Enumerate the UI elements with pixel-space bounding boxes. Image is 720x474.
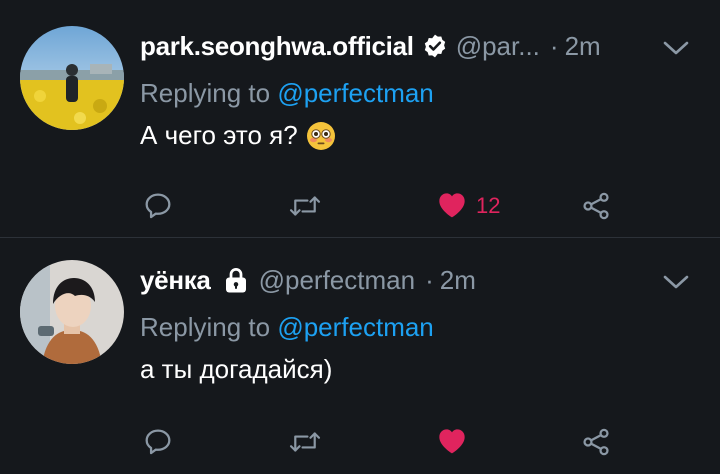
- like-button[interactable]: 12: [436, 184, 500, 228]
- replying-prefix: Replying to: [140, 312, 271, 342]
- verified-badge-icon: [422, 33, 448, 59]
- retweet-icon[interactable]: [288, 184, 322, 228]
- timestamp[interactable]: 2m: [440, 265, 476, 296]
- tweet[interactable]: уёнка @perfectman · 2m Replying to @perf…: [0, 238, 720, 474]
- author-name[interactable]: park.seonghwa.official: [140, 31, 414, 62]
- avatar[interactable]: [20, 260, 124, 364]
- tweet-text-content: а ты догадайся): [140, 354, 333, 384]
- timestamp[interactable]: 2m: [565, 31, 601, 62]
- tweet-header: уёнка @perfectman · 2m: [140, 260, 690, 300]
- share-icon[interactable]: [580, 184, 612, 228]
- author-name[interactable]: уёнка: [140, 265, 211, 296]
- tweet-text-content: А чего это я?: [140, 120, 298, 150]
- replying-to: Replying to @perfectman: [140, 78, 434, 109]
- replying-to: Replying to @perfectman: [140, 312, 434, 343]
- reply-icon[interactable]: [142, 420, 174, 464]
- tweet[interactable]: park.seonghwa.official @par... · 2m Repl…: [0, 0, 720, 238]
- separator-dot: ·: [425, 264, 434, 295]
- tweet-actions: 12: [0, 184, 720, 228]
- like-icon: [436, 425, 468, 460]
- avatar[interactable]: [20, 26, 124, 130]
- tweet-text: а ты догадайся): [140, 354, 332, 385]
- separator-dot: ·: [549, 30, 559, 61]
- replying-prefix: Replying to: [140, 78, 271, 108]
- retweet-icon[interactable]: [288, 420, 322, 464]
- like-count: 12: [476, 193, 501, 218]
- share-icon[interactable]: [580, 420, 612, 464]
- tweet-text: А чего это я?: [140, 120, 336, 151]
- lock-icon: [221, 265, 251, 295]
- author-handle[interactable]: @perfectman: [259, 265, 415, 296]
- reply-icon[interactable]: [142, 184, 174, 228]
- tweet-header: park.seonghwa.official @par... · 2m: [140, 26, 690, 66]
- replying-handle-link[interactable]: @perfectman: [277, 78, 433, 108]
- author-handle[interactable]: @par...: [456, 31, 540, 62]
- chevron-down-icon[interactable]: [662, 268, 690, 299]
- tweet-actions: [0, 420, 720, 464]
- like-icon: [436, 189, 468, 224]
- replying-handle-link[interactable]: @perfectman: [277, 312, 433, 342]
- chevron-down-icon[interactable]: [662, 34, 690, 65]
- like-button[interactable]: [436, 420, 476, 464]
- flushed-face-icon: [306, 121, 336, 151]
